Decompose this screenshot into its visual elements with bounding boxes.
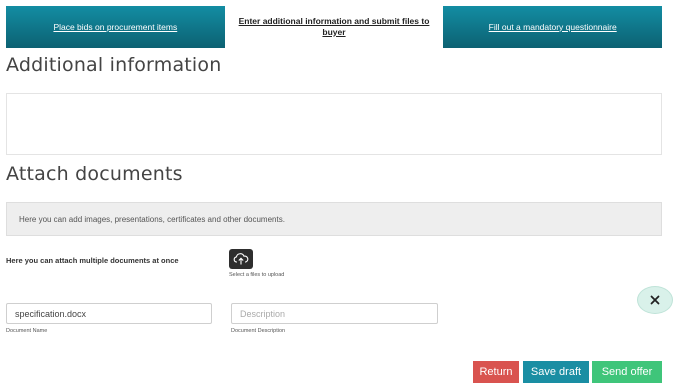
multiple-documents-label: Here you can attach multiple documents a… [6, 256, 179, 265]
return-button[interactable]: Return [473, 361, 519, 383]
attach-info-box: Here you can add images, presentations, … [6, 202, 662, 236]
close-icon [650, 295, 660, 305]
document-name-input[interactable] [6, 303, 212, 324]
additional-information-textarea[interactable] [6, 93, 662, 155]
save-draft-button[interactable]: Save draft [523, 361, 589, 383]
tab-additional-information[interactable]: Enter additional information and submit … [224, 6, 444, 48]
step-tabs: Place bids on procurement items Enter ad… [6, 6, 663, 48]
upload-caption: Select a files to upload [229, 272, 285, 278]
tab-place-bids[interactable]: Place bids on procurement items [6, 6, 225, 48]
remove-document-button[interactable] [637, 286, 673, 314]
document-description-caption: Document Description [231, 328, 286, 334]
tab-questionnaire[interactable]: Fill out a mandatory questionnaire [443, 6, 663, 48]
document-description-input[interactable] [231, 303, 438, 324]
attach-documents-heading: Attach documents [6, 163, 183, 185]
send-offer-button[interactable]: Send offer [592, 361, 662, 383]
attach-info-text: Here you can add images, presentations, … [19, 214, 285, 224]
document-name-caption: Document Name [6, 328, 48, 334]
additional-information-heading: Additional information [6, 54, 222, 76]
cloud-upload-icon[interactable] [229, 249, 253, 269]
